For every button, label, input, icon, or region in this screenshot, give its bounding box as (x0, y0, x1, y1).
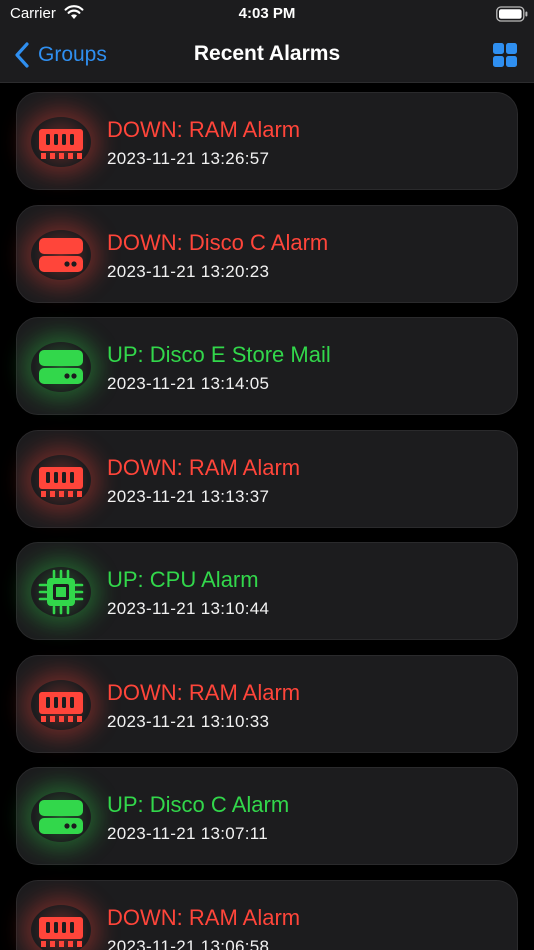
navigation-bar: Groups Recent Alarms (0, 28, 534, 83)
page-title: Recent Alarms (193, 42, 341, 65)
grid-icon[interactable] (492, 42, 518, 68)
alarm-title: DOWN: RAM Alarm (107, 679, 301, 705)
ram-icon (39, 691, 83, 722)
alarm-icon-wrap (31, 454, 91, 505)
alarm-timestamp: 2023-11-21 13:20:23 (107, 261, 270, 281)
alarm-icon-wrap (31, 117, 91, 167)
alarm-title: UP: Disco E Store Mail (107, 342, 331, 367)
alarm-timestamp: 2023-11-21 13:10:44 (107, 599, 270, 618)
alarm-card[interactable]: DOWN: RAM Alarm 2023-11-21 13:10:33 (16, 654, 518, 753)
alarm-icon-wrap (31, 567, 91, 617)
disk-icon (39, 800, 83, 834)
alarm-title: DOWN: Disco C Alarm (107, 229, 329, 255)
alarm-card[interactable]: UP: CPU Alarm 2023-11-21 13:10:44 (16, 542, 518, 640)
alarm-icon-wrap (31, 229, 91, 280)
alarm-timestamp: 2023-11-21 13:10:33 (107, 711, 270, 731)
alarm-title: DOWN: RAM Alarm (107, 117, 301, 142)
alarm-title: UP: Disco C Alarm (107, 792, 290, 817)
ram-icon (39, 129, 83, 159)
status-bar: Carrier 4:03 PM (0, 0, 534, 28)
alarm-card[interactable]: DOWN: RAM Alarm 2023-11-21 13:26:57 (16, 92, 518, 190)
alarm-title: UP: CPU Alarm (107, 567, 259, 592)
disk-icon (39, 237, 83, 272)
ram-icon (39, 466, 83, 497)
alarm-title: DOWN: RAM Alarm (107, 904, 301, 930)
alarm-card[interactable]: DOWN: RAM Alarm 2023-11-21 13:06:58 (16, 879, 518, 950)
alarm-timestamp: 2023-11-21 13:13:37 (107, 486, 270, 506)
alarm-card[interactable]: UP: Disco C Alarm 2023-11-21 13:07:11 (16, 767, 518, 865)
alarm-timestamp: 2023-11-21 13:14:05 (107, 374, 270, 393)
alarm-card[interactable]: DOWN: RAM Alarm 2023-11-21 13:13:37 (16, 429, 518, 528)
disk-icon (39, 350, 83, 384)
alarm-card[interactable]: UP: Disco E Store Mail 2023-11-21 13:14:0… (16, 317, 518, 415)
alarm-timestamp: 2023-11-21 13:07:11 (107, 824, 269, 843)
alarm-icon-wrap (31, 904, 91, 950)
ram-icon (39, 916, 83, 947)
alarm-list[interactable]: DOWN: RAM Alarm 2023-11-21 13:26:57 DOWN: … (0, 82, 534, 950)
cpu-icon (38, 569, 84, 615)
alarm-icon-wrap (31, 342, 91, 392)
alarm-timestamp: 2023-11-21 13:06:58 (107, 936, 270, 950)
status-time: 4:03 PM (238, 5, 296, 22)
battery-icon (496, 6, 528, 22)
alarm-icon-wrap (31, 792, 91, 842)
alarm-title: DOWN: RAM Alarm (107, 454, 301, 480)
alarm-card[interactable]: DOWN: Disco C Alarm 2023-11-21 13:20:23 (16, 204, 518, 303)
alarm-icon-wrap (31, 679, 91, 730)
alarm-timestamp: 2023-11-21 13:26:57 (107, 149, 270, 168)
